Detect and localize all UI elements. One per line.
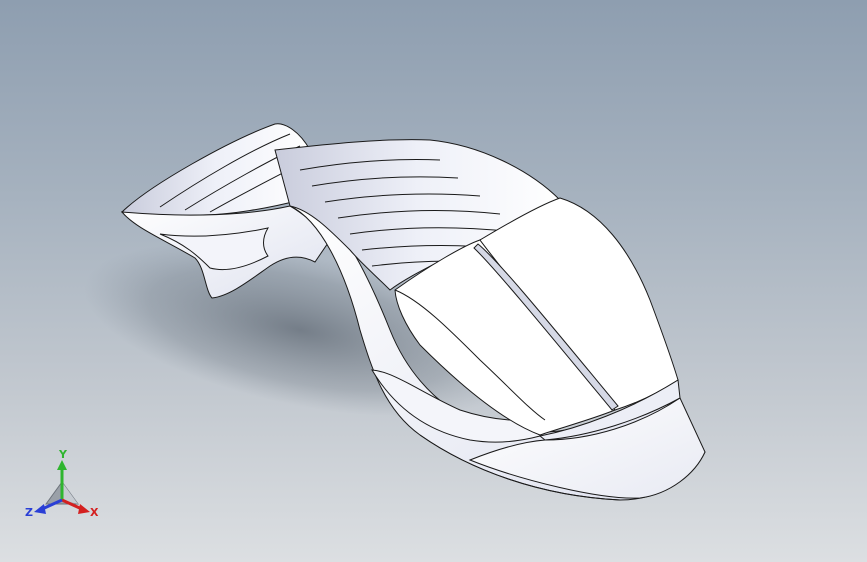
view-orientation-triad: Y X Z	[25, 448, 99, 519]
mouse-shell-model[interactable]	[0, 0, 867, 562]
z-axis-arrow-icon	[34, 504, 46, 514]
y-axis-arrow-icon	[57, 460, 67, 470]
x-axis-arrow-icon	[78, 504, 90, 514]
graphics-viewport[interactable]: Y X Z	[0, 0, 867, 562]
x-axis-label: X	[90, 506, 99, 519]
y-axis-label: Y	[58, 448, 68, 461]
z-axis-label: Z	[25, 506, 33, 519]
